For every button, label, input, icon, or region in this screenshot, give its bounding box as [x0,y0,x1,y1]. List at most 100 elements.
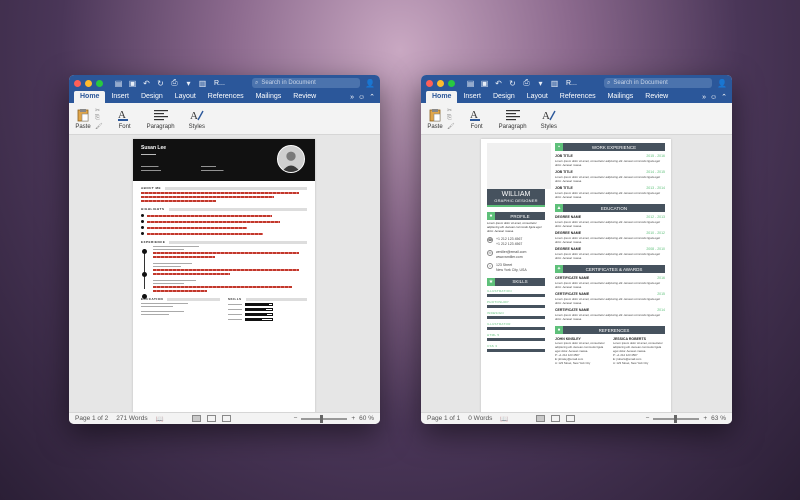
tab-references[interactable]: References [554,91,602,103]
tab-design[interactable]: Design [487,91,521,103]
document-page[interactable]: Susan Lee ▬▬▬▬▬ ▬▬▬▬▬▬▬ ▬▬▬▬▬▬ ▬▬▬▬▬▬▬▬ ▬▬… [133,139,315,412]
skills-header: ★ SKILLS [487,277,545,286]
share-user-icon[interactable]: 👤 [365,79,375,88]
reference-item: JOHN KINSLEY Lorem ipsum dolor sit amet,… [555,337,605,365]
paragraph-button[interactable]: Paragraph [499,108,527,130]
paste-button[interactable]: Paste [75,108,91,130]
font-button[interactable]: A Font [117,108,133,130]
sidebar-icon[interactable]: ▤ [114,79,123,88]
focus-view-button[interactable] [566,415,576,422]
resume-contacts: ▬▬▬▬▬▬▬ ▬▬▬▬▬▬ ▬▬▬▬▬▬▬▬ ▬▬▬▬▬▬▬▬▬ [141,165,224,172]
education-skills-section: EDUCATION SKILLS [141,297,307,321]
copy-icon[interactable]: ⎘ [95,115,103,122]
word-count[interactable]: 271 Words [116,415,147,422]
undo-icon[interactable]: ↶ [494,79,503,88]
sidebar-icon[interactable]: ▤ [466,79,475,88]
proofing-icon[interactable]: 📖 [156,415,164,423]
word-count[interactable]: 0 Words [468,415,492,422]
minimize-button[interactable] [437,79,444,87]
document-page[interactable]: WILLIAM GRAPHIC DESIGNER ● PROFILE Lorem… [481,139,671,412]
cut-icon[interactable]: ✂ [95,107,103,114]
about-section: ABOUT ME [141,186,307,202]
focus-view-button[interactable] [221,415,231,422]
collapse-ribbon-icon[interactable]: ⌃ [721,93,727,101]
more-tabs-icon[interactable]: » [350,94,354,101]
proofing-icon[interactable]: 📖 [500,415,508,423]
page-count[interactable]: Page 1 of 1 [427,415,460,422]
customize-toolbar-icon[interactable]: ▾ [184,79,193,88]
customize-toolbar-icon[interactable]: ▾ [536,79,545,88]
more-tabs-icon[interactable]: » [702,94,706,101]
tab-review[interactable]: Review [639,91,674,103]
web-layout-view-button[interactable] [206,415,216,422]
close-button[interactable] [426,79,433,87]
tab-mailings[interactable]: Mailings [250,91,288,103]
document-canvas[interactable]: WILLIAM GRAPHIC DESIGNER ● PROFILE Lorem… [421,135,732,412]
tab-home[interactable]: Home [74,91,106,103]
format-painter-icon[interactable]: 🖌 [447,123,455,130]
skill-item: PHOTOSHOP [487,300,545,308]
references-list: JOHN KINSLEY Lorem ipsum dolor sit amet,… [555,337,665,366]
paste-button[interactable]: Paste [427,108,443,130]
experience-section: EXPERIENCE [141,240,307,299]
tab-design[interactable]: Design [135,91,169,103]
undo-icon[interactable]: ↶ [142,79,151,88]
search-input[interactable]: ⌕ Search in Document [604,78,712,88]
tab-insert[interactable]: Insert [457,91,487,103]
profile-header: ● PROFILE [487,212,545,220]
zoom-level[interactable]: 60 % [359,415,374,422]
tab-layout[interactable]: Layout [169,91,202,103]
skill-item: INDESIGN [487,311,545,319]
document-canvas[interactable]: Susan Lee ▬▬▬▬▬ ▬▬▬▬▬▬▬ ▬▬▬▬▬▬ ▬▬▬▬▬▬▬▬ ▬▬… [69,135,380,412]
zoom-out-button[interactable]: − [646,415,650,422]
tab-review[interactable]: Review [287,91,322,103]
save-icon[interactable]: ▣ [480,79,489,88]
skill-item: CSS 3 [487,344,545,352]
award-icon: ✦ [555,265,563,273]
zoom-slider[interactable] [653,414,700,423]
print-layout-view-button[interactable] [536,415,546,422]
web-layout-view-button[interactable] [551,415,561,422]
print-layout-view-button[interactable] [191,415,201,422]
search-input[interactable]: ⌕ Search in Document [252,78,360,88]
cut-icon[interactable]: ✂ [447,107,455,114]
tab-references[interactable]: References [202,91,250,103]
print-icon[interactable]: ⎙ [170,78,179,88]
address-row: ⌂ 123 Street New York City, USA [487,263,527,273]
zoom-level[interactable]: 63 % [711,415,726,422]
tab-mailings[interactable]: Mailings [602,91,640,103]
zoom-out-button[interactable]: − [294,415,298,422]
print-icon[interactable]: ⎙ [522,78,531,88]
resume-name: WILLIAM [501,191,531,198]
tab-layout[interactable]: Layout [521,91,554,103]
smiley-feedback-icon[interactable]: ☺ [358,94,365,101]
star-icon: ★ [487,277,495,286]
styles-button[interactable]: A Styles [189,108,205,130]
collapse-ribbon-icon[interactable]: ⌃ [369,93,375,101]
zoom-button[interactable] [96,79,103,87]
reference-item: JESSICA ROBERTS Lorem ipsum dolor sit am… [613,337,663,365]
cert-entry: CERTIFICATE NAME 2015 Lorem ipsum dolor s… [555,292,665,305]
font-button[interactable]: A Font [469,108,485,130]
zoom-slider[interactable] [301,414,348,423]
skill-item: ILLUSTRATION [487,289,545,297]
styles-icon: A [189,108,205,122]
minimize-button[interactable] [85,79,92,87]
close-button[interactable] [74,79,81,87]
styles-button[interactable]: A Styles [541,108,557,130]
zoom-button[interactable] [448,79,455,87]
share-user-icon[interactable]: 👤 [717,79,727,88]
paragraph-button[interactable]: Paragraph [147,108,175,130]
save-icon[interactable]: ▣ [128,79,137,88]
degree-entry: DEGREE NAME 2012 - 2013 Lorem ipsum dolor… [555,215,665,228]
page-count[interactable]: Page 1 of 2 [75,415,108,422]
tab-insert[interactable]: Insert [105,91,135,103]
redo-icon[interactable]: ↻ [508,79,517,88]
smiley-feedback-icon[interactable]: ☺ [710,94,717,101]
zoom-in-button[interactable]: + [703,415,707,422]
zoom-in-button[interactable]: + [351,415,355,422]
tab-home[interactable]: Home [426,91,458,103]
copy-icon[interactable]: ⎘ [447,115,455,122]
redo-icon[interactable]: ↻ [156,79,165,88]
format-painter-icon[interactable]: 🖌 [95,123,103,130]
